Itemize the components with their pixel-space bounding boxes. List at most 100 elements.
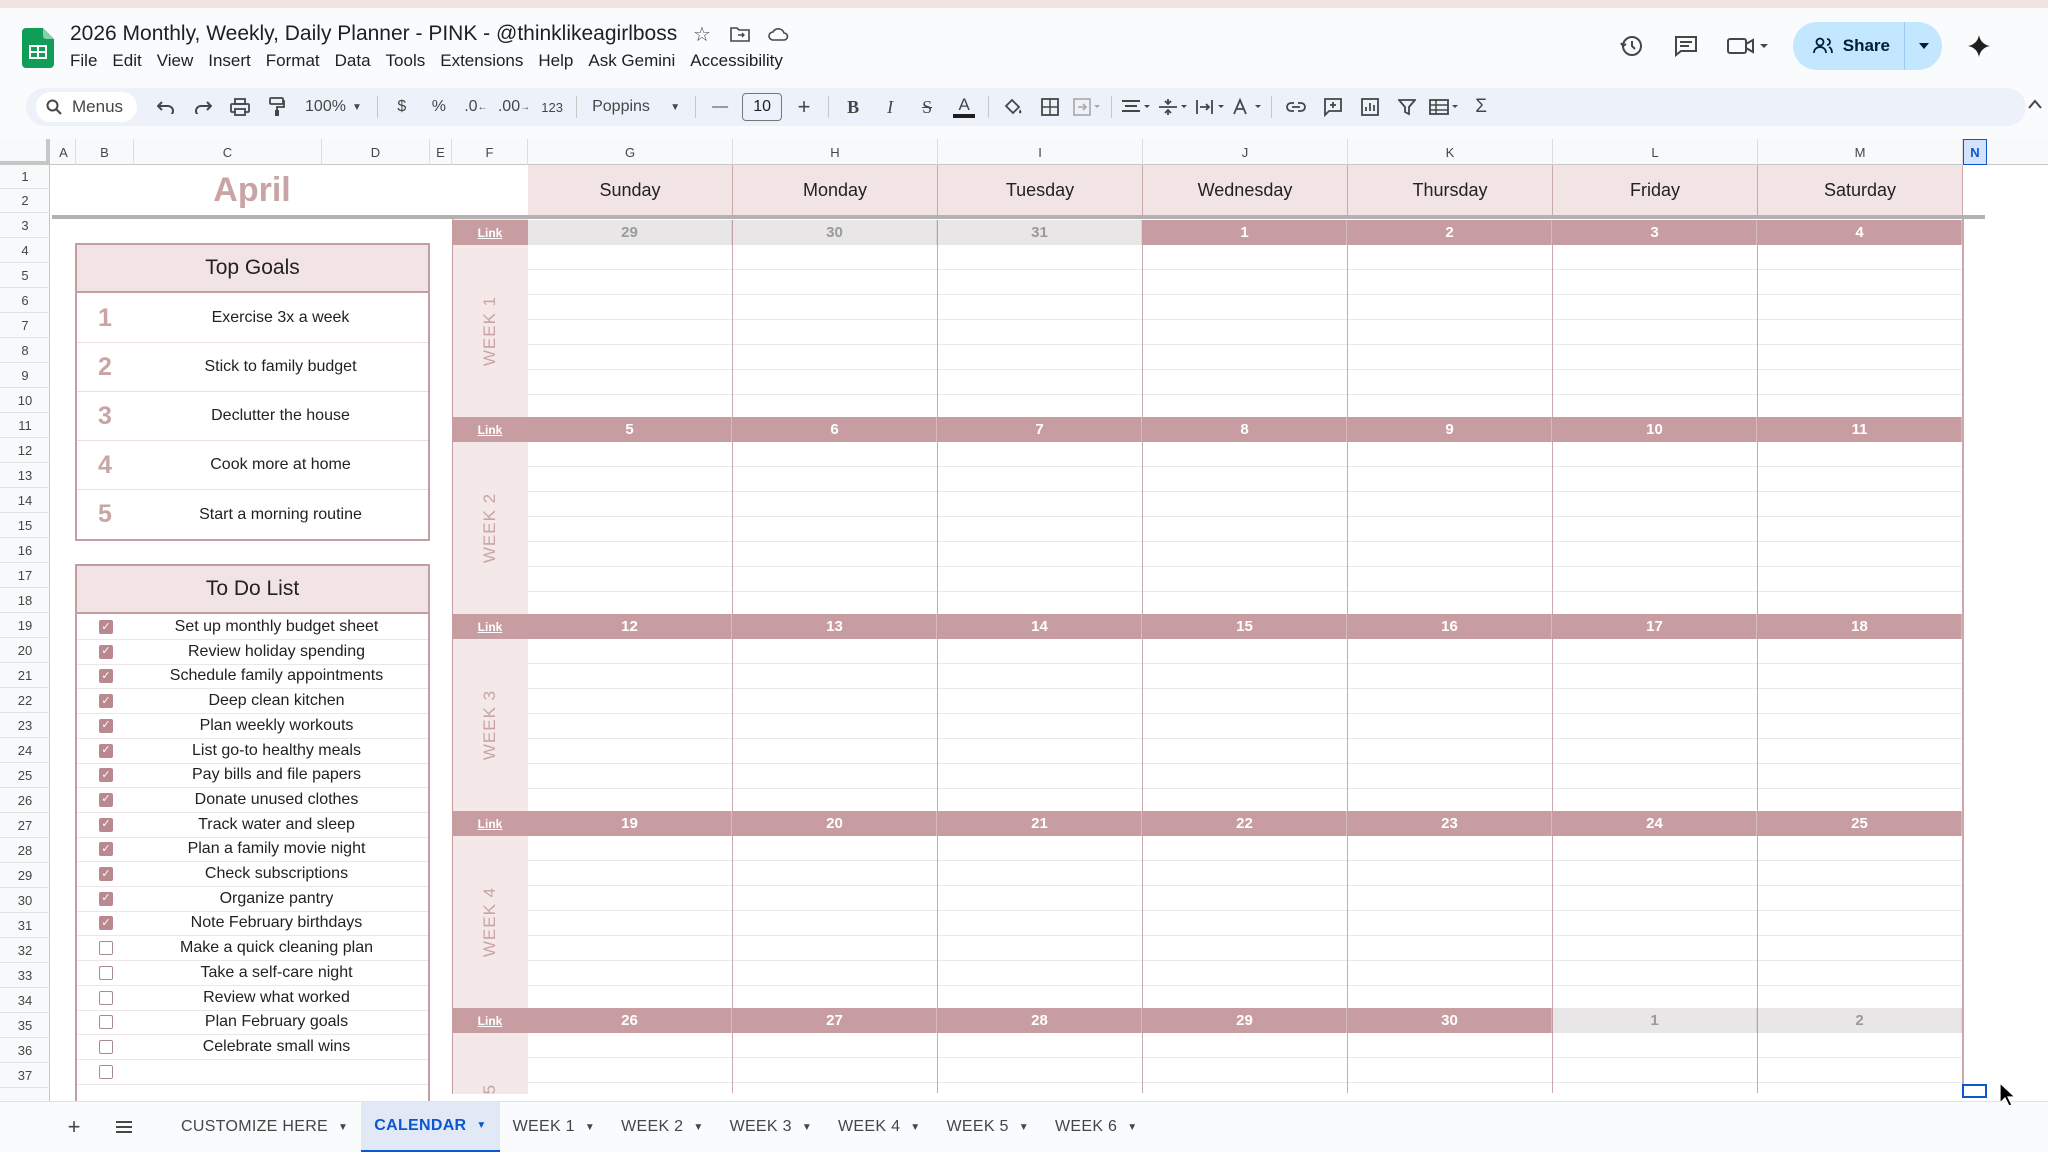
sheet-grid[interactable]: A B C D E F G H I J K L M N 1 2 3 4 5 6 7 8 9 10 1… bbox=[0, 139, 2048, 1101]
todo-item[interactable]: ✓ Check subscriptions bbox=[77, 862, 428, 887]
gemini-icon[interactable] bbox=[1962, 29, 1996, 63]
row-header[interactable]: 31 bbox=[0, 913, 50, 938]
row-header[interactable]: 19 bbox=[0, 613, 50, 638]
todo-text[interactable]: Donate unused clothes bbox=[139, 791, 428, 809]
row-header[interactable]: 29 bbox=[0, 863, 50, 888]
row-header[interactable]: 22 bbox=[0, 688, 50, 713]
sheet-tab[interactable]: WEEK 1 ▼ bbox=[500, 1102, 608, 1152]
day-cell[interactable] bbox=[938, 1033, 1143, 1093]
share-button[interactable]: Share bbox=[1792, 22, 1942, 70]
row-header[interactable]: 13 bbox=[0, 463, 50, 488]
todo-item[interactable]: ✓ Plan a family movie night bbox=[77, 837, 428, 863]
day-cell[interactable] bbox=[1143, 836, 1348, 1008]
todo-text[interactable]: Plan February goals bbox=[139, 1013, 428, 1031]
todo-checkbox[interactable] bbox=[99, 1064, 113, 1079]
todo-item[interactable]: ✓ Deep clean kitchen bbox=[77, 689, 428, 715]
chevron-down-icon[interactable]: ▼ bbox=[1127, 1122, 1137, 1133]
row-header[interactable]: 18 bbox=[0, 588, 50, 613]
currency-format-button[interactable]: $ bbox=[387, 92, 417, 122]
todo-item[interactable]: ✓ Review holiday spending bbox=[77, 640, 428, 665]
row-header[interactable]: 15 bbox=[0, 513, 50, 538]
column-header-a[interactable]: A bbox=[52, 139, 76, 165]
todo-item[interactable]: Celebrate small wins bbox=[77, 1035, 428, 1060]
todo-checkbox[interactable]: ✓ bbox=[99, 792, 113, 807]
day-cell[interactable] bbox=[1348, 442, 1553, 614]
todo-checkbox[interactable] bbox=[99, 990, 113, 1005]
todo-item[interactable]: Plan February goals bbox=[77, 1010, 428, 1036]
goal-row[interactable]: 4 Cook more at home bbox=[77, 441, 428, 490]
todo-item[interactable]: ✓ Note February birthdays bbox=[77, 911, 428, 937]
row-header[interactable]: 35 bbox=[0, 1013, 50, 1038]
todo-text[interactable]: Take a self-care night bbox=[139, 964, 428, 982]
row-header[interactable]: 30 bbox=[0, 888, 50, 913]
todo-checkbox[interactable]: ✓ bbox=[99, 842, 113, 857]
day-cell[interactable] bbox=[938, 836, 1143, 1008]
todo-item[interactable]: ✓ Schedule family appointments bbox=[77, 664, 428, 690]
todo-checkbox[interactable]: ✓ bbox=[99, 718, 113, 733]
day-cell[interactable] bbox=[528, 639, 733, 811]
column-header-g[interactable]: G bbox=[528, 139, 733, 165]
row-header[interactable]: 37 bbox=[0, 1063, 50, 1088]
menu-format[interactable]: Format bbox=[266, 51, 329, 71]
chevron-down-icon[interactable]: ▼ bbox=[585, 1122, 595, 1133]
insert-chart-icon[interactable] bbox=[1355, 92, 1385, 122]
add-sheet-icon[interactable]: + bbox=[56, 1109, 92, 1145]
column-header-j[interactable]: J bbox=[1143, 139, 1348, 165]
todo-checkbox[interactable]: ✓ bbox=[99, 743, 113, 758]
row-header[interactable]: 21 bbox=[0, 663, 50, 688]
column-header-f[interactable]: F bbox=[452, 139, 528, 165]
goal-text[interactable]: Start a morning routine bbox=[133, 506, 428, 524]
todo-item[interactable]: Make a quick cleaning plan bbox=[77, 936, 428, 962]
text-rotation-icon[interactable] bbox=[1232, 92, 1262, 122]
todo-item[interactable] bbox=[77, 1060, 428, 1085]
todo-checkbox[interactable]: ✓ bbox=[99, 817, 113, 832]
row-header[interactable]: 23 bbox=[0, 713, 50, 738]
bold-button[interactable]: B bbox=[838, 92, 868, 122]
week-link[interactable]: Link bbox=[452, 614, 528, 639]
day-cell[interactable] bbox=[1348, 836, 1553, 1008]
goal-row[interactable]: 5 Start a morning routine bbox=[77, 490, 428, 539]
column-header-k[interactable]: K bbox=[1348, 139, 1553, 165]
cloud-saved-icon[interactable] bbox=[766, 22, 790, 46]
row-header[interactable]: 8 bbox=[0, 338, 50, 363]
undo-icon[interactable] bbox=[151, 92, 181, 122]
sheet-tab[interactable]: CALENDAR ▼ bbox=[361, 1101, 500, 1152]
row-header[interactable]: 10 bbox=[0, 388, 50, 413]
goal-row[interactable]: 2 Stick to family budget bbox=[77, 343, 428, 392]
font-size-input[interactable]: 10 bbox=[742, 93, 783, 121]
row-header[interactable]: 11 bbox=[0, 413, 50, 438]
todo-checkbox[interactable]: ✓ bbox=[99, 694, 113, 709]
fill-color-icon[interactable] bbox=[998, 92, 1028, 122]
week-link[interactable]: Link bbox=[452, 1008, 528, 1033]
strikethrough-button[interactable]: S bbox=[912, 92, 942, 122]
todo-text[interactable]: List go-to healthy meals bbox=[139, 742, 428, 760]
day-cell[interactable] bbox=[1758, 836, 1963, 1008]
day-cell[interactable] bbox=[1553, 639, 1758, 811]
day-cell[interactable] bbox=[1143, 245, 1348, 417]
day-cell[interactable] bbox=[1143, 639, 1348, 811]
todo-text[interactable]: Note February birthdays bbox=[139, 914, 428, 932]
day-cell[interactable] bbox=[1758, 442, 1963, 614]
redo-icon[interactable] bbox=[188, 92, 218, 122]
increase-font-size-icon[interactable]: + bbox=[789, 92, 819, 122]
zoom-select[interactable]: 100% ▼ bbox=[299, 92, 368, 122]
todo-item[interactable]: ✓ Pay bills and file papers bbox=[77, 763, 428, 789]
paint-format-icon[interactable] bbox=[262, 92, 292, 122]
todo-text[interactable]: Organize pantry bbox=[139, 890, 428, 908]
horizontal-align-icon[interactable] bbox=[1121, 92, 1151, 122]
day-cell[interactable] bbox=[528, 245, 733, 417]
italic-button[interactable]: I bbox=[875, 92, 905, 122]
todo-item[interactable]: ✓ Plan weekly workouts bbox=[77, 714, 428, 739]
todo-text[interactable]: Plan a family movie night bbox=[139, 840, 428, 858]
row-header[interactable]: 17 bbox=[0, 563, 50, 588]
row-header[interactable]: 27 bbox=[0, 813, 50, 838]
todo-text[interactable]: Deep clean kitchen bbox=[139, 692, 428, 710]
sheet-tab[interactable]: WEEK 2 ▼ bbox=[608, 1102, 716, 1152]
menu-file[interactable]: File bbox=[70, 51, 106, 71]
row-header[interactable]: 1 bbox=[0, 165, 50, 189]
column-header-d[interactable]: D bbox=[322, 139, 430, 165]
column-header-c[interactable]: C bbox=[134, 139, 322, 165]
chevron-down-icon[interactable]: ▼ bbox=[910, 1122, 920, 1133]
todo-item[interactable]: ✓ Track water and sleep bbox=[77, 813, 428, 838]
week-link[interactable]: Link bbox=[452, 417, 528, 442]
